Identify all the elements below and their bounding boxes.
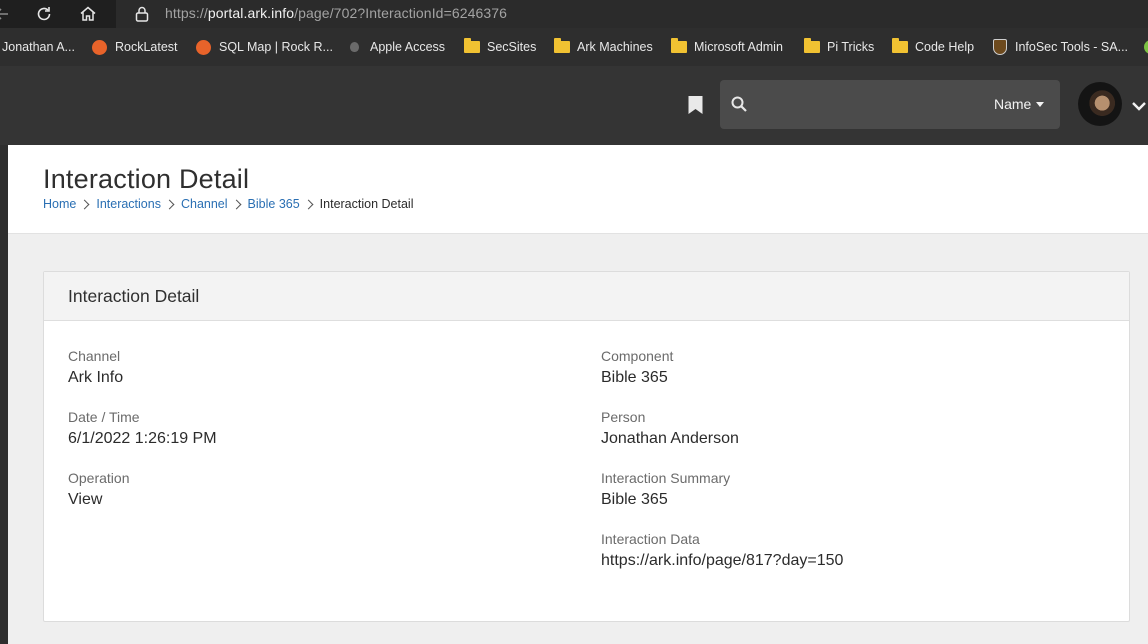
- operation-label: Operation: [68, 470, 130, 486]
- interaction-summary-label: Interaction Summary: [601, 470, 731, 486]
- rock-icon: [195, 39, 212, 55]
- folder-icon: [891, 38, 908, 55]
- panel-title: Interaction Detail: [68, 286, 200, 306]
- back-arrow-icon[interactable]: [0, 4, 10, 24]
- bookmark-label: Microsoft Admin: [694, 40, 783, 54]
- breadcrumb-current: Interaction Detail: [319, 197, 414, 211]
- bookmark-label: Pi Tricks: [827, 40, 875, 54]
- bookmark-jonathan[interactable]: Jonathan A...: [2, 39, 75, 55]
- breadcrumb-bible-365[interactable]: Bible 365: [248, 197, 300, 211]
- interaction-data-value: https://ark.info/page/817?day=150: [601, 552, 844, 569]
- url-scheme: https://: [165, 5, 208, 21]
- caret-down-icon: [1036, 101, 1045, 107]
- browser-toolbar: https://portal.ark.info/page/702?Interac…: [0, 0, 1148, 28]
- chevron-right-icon: [164, 199, 175, 209]
- avatar[interactable]: [1078, 82, 1122, 126]
- bookmark-label: InfoSec Tools - SA...: [1015, 40, 1129, 54]
- bookmark-apple-access[interactable]: Apple Access: [346, 39, 445, 55]
- folder-icon: [670, 38, 687, 55]
- person-label: Person: [601, 409, 646, 425]
- date-time-label: Date / Time: [68, 409, 140, 425]
- url-path: /page/702?InteractionId=6246376: [294, 5, 508, 21]
- bookmark-label: Code Help: [915, 40, 975, 54]
- left-rail: [0, 145, 8, 644]
- rock-icon: [91, 39, 108, 55]
- chevron-down-icon[interactable]: [1131, 99, 1147, 111]
- channel-label: Channel: [68, 348, 121, 364]
- bookmark-infosec-tools[interactable]: InfoSec Tools - SA...: [991, 39, 1128, 55]
- channel-value: Ark Info: [68, 369, 124, 386]
- search-type-dropdown[interactable]: Name: [994, 96, 1045, 112]
- bookmark-secsites[interactable]: SecSites: [463, 38, 537, 55]
- breadcrumb-home[interactable]: Home: [43, 197, 76, 211]
- bookmark-rocklatest[interactable]: RockLatest: [91, 39, 178, 55]
- chevron-right-icon: [79, 199, 90, 209]
- bookmark-overflow[interactable]: [1142, 39, 1148, 55]
- bookmark-icon[interactable]: [687, 95, 704, 115]
- search-type-label: Name: [994, 96, 1032, 112]
- breadcrumb: Home Interactions Channel Bible 365 Inte…: [43, 197, 413, 211]
- bookmark-pi-tricks[interactable]: Pi Tricks: [803, 38, 875, 55]
- bookmark-label: Apple Access: [370, 40, 446, 54]
- panel-heading: [44, 272, 1129, 321]
- interaction-data-label: Interaction Data: [601, 531, 700, 547]
- breadcrumb-interactions[interactable]: Interactions: [96, 197, 161, 211]
- bookmark-label: Ark Machines: [577, 40, 653, 54]
- breadcrumb-channel[interactable]: Channel: [181, 197, 228, 211]
- apple-icon: [346, 39, 363, 55]
- component-value: Bible 365: [601, 369, 668, 386]
- bookmark-label: SQL Map | Rock R...: [219, 40, 333, 54]
- bookmark-code-help[interactable]: Code Help: [891, 38, 975, 55]
- chevron-right-icon: [303, 199, 314, 209]
- bookmark-label: SecSites: [487, 40, 537, 54]
- home-icon[interactable]: [78, 4, 98, 24]
- folder-icon: [553, 38, 570, 55]
- operation-value: View: [68, 491, 103, 508]
- folder-icon: [463, 38, 480, 55]
- person-value: Jonathan Anderson: [601, 430, 739, 447]
- search-icon: [731, 96, 747, 112]
- bookmark-microsoft-admin[interactable]: Microsoft Admin: [670, 38, 783, 55]
- bookmark-ark-machines[interactable]: Ark Machines: [553, 38, 653, 55]
- folder-icon: [803, 38, 820, 55]
- component-label: Component: [601, 348, 674, 364]
- chevron-right-icon: [231, 199, 241, 209]
- shield-icon: [991, 39, 1008, 55]
- lock-icon: [134, 5, 150, 23]
- bookmark-label: Jonathan A...: [2, 40, 75, 54]
- green-circle-icon: [1142, 39, 1148, 55]
- url-host: portal.ark.info: [207, 5, 295, 21]
- bookmark-sql-map[interactable]: SQL Map | Rock R...: [195, 39, 333, 55]
- date-time-value: 6/1/2022 1:26:19 PM: [68, 430, 217, 447]
- bookmark-label: RockLatest: [115, 40, 178, 54]
- search-input[interactable]: [756, 88, 976, 121]
- bookmarks-bar: Jonathan A... RockLatest SQL Map | Rock …: [0, 28, 1148, 66]
- url-text[interactable]: https://portal.ark.info/page/702?Interac…: [165, 5, 507, 21]
- page-title: Interaction Detail: [43, 164, 250, 194]
- reload-icon[interactable]: [34, 4, 54, 24]
- interaction-summary-value: Bible 365: [601, 491, 668, 508]
